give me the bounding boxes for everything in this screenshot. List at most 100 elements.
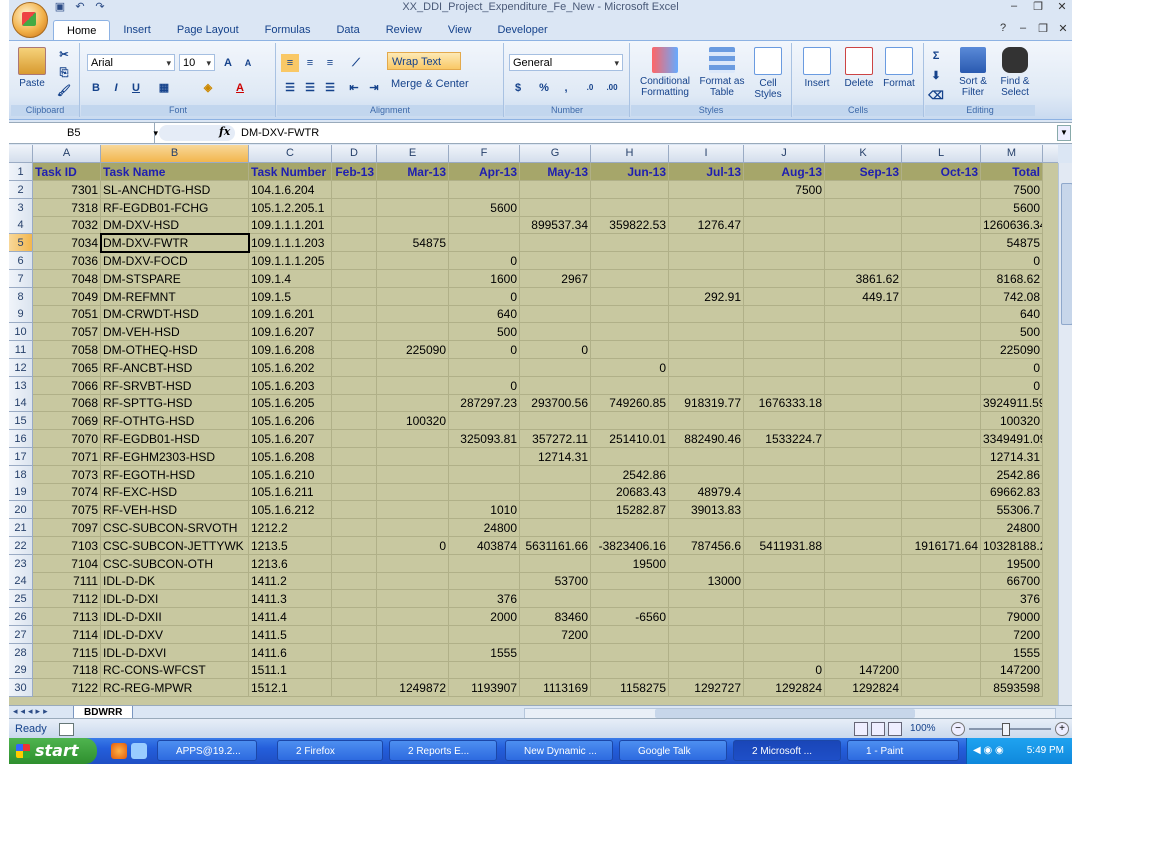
office-button[interactable] — [12, 2, 48, 38]
tab-formulas[interactable]: Formulas — [252, 20, 324, 40]
save-icon[interactable]: ▣ — [53, 1, 67, 14]
table-cell[interactable]: DM-CRWDT-HSD — [101, 305, 249, 324]
table-cell[interactable] — [591, 447, 669, 466]
table-cell[interactable]: 1213.5 — [249, 536, 332, 555]
table-cell[interactable]: 500 — [981, 323, 1043, 342]
table-cell[interactable]: 225090 — [377, 341, 449, 359]
insert-function-icon[interactable]: fx — [219, 125, 230, 138]
zoom-slider[interactable] — [969, 728, 1051, 730]
row-header-29[interactable]: 29 — [9, 661, 33, 680]
row-header-12[interactable]: 12 — [9, 358, 33, 377]
table-cell[interactable] — [332, 608, 377, 626]
table-cell[interactable]: 7058 — [33, 341, 101, 359]
table-cell[interactable] — [591, 376, 669, 395]
table-cell[interactable] — [332, 679, 377, 698]
table-cell[interactable]: 7114 — [33, 625, 101, 644]
table-cell[interactable] — [520, 234, 591, 253]
column-header-c[interactable]: C — [249, 145, 332, 162]
table-cell[interactable] — [449, 625, 520, 644]
table-cell[interactable] — [825, 536, 902, 555]
table-cell[interactable] — [902, 358, 981, 377]
table-cell[interactable]: RF-SPTTG-HSD — [101, 394, 249, 413]
table-cell[interactable] — [669, 465, 744, 484]
macro-record-icon[interactable] — [59, 723, 74, 736]
table-cell[interactable] — [744, 341, 825, 359]
table-cell[interactable]: 7048 — [33, 269, 101, 288]
table-cell[interactable] — [520, 412, 591, 431]
table-cell[interactable] — [825, 252, 902, 270]
table-cell[interactable] — [591, 252, 669, 270]
row-header-27[interactable]: 27 — [9, 625, 33, 644]
font-name-select[interactable]: Arial — [87, 54, 175, 72]
table-cell[interactable] — [520, 180, 591, 199]
align-top-icon[interactable]: ≡ — [281, 54, 299, 72]
table-cell[interactable]: 105.1.6.203 — [249, 376, 332, 395]
table-cell[interactable]: 104.1.6.204 — [249, 180, 332, 199]
table-cell[interactable]: 1193907 — [449, 679, 520, 698]
table-cell[interactable] — [744, 572, 825, 591]
row-header-10[interactable]: 10 — [9, 323, 33, 342]
table-cell[interactable] — [825, 501, 902, 520]
row-header-4[interactable]: 4 — [9, 216, 33, 235]
table-cell[interactable]: 2967 — [520, 269, 591, 288]
table-cell[interactable] — [591, 269, 669, 288]
table-cell[interactable] — [520, 661, 591, 680]
column-title-cell[interactable]: Task Number — [249, 163, 332, 181]
comma-icon[interactable]: , — [557, 79, 575, 97]
table-cell[interactable] — [744, 447, 825, 466]
table-cell[interactable]: DM-DXV-HSD — [101, 216, 249, 235]
wb-close-icon[interactable]: ✕ — [1056, 22, 1070, 36]
table-cell[interactable] — [669, 358, 744, 377]
table-cell[interactable] — [669, 412, 744, 431]
table-cell[interactable]: 105.1.6.205 — [249, 394, 332, 413]
table-cell[interactable] — [669, 305, 744, 324]
table-cell[interactable]: 19500 — [591, 554, 669, 573]
paste-button[interactable]: Paste — [15, 47, 49, 89]
table-cell[interactable] — [520, 358, 591, 377]
table-cell[interactable] — [902, 394, 981, 413]
table-cell[interactable] — [520, 305, 591, 324]
row-header-17[interactable]: 17 — [9, 447, 33, 466]
cell-styles-button[interactable]: Cell Styles — [749, 47, 787, 100]
table-cell[interactable]: RF-EGOTH-HSD — [101, 465, 249, 484]
table-cell[interactable]: 12714.31 — [520, 447, 591, 466]
table-cell[interactable]: 7049 — [33, 287, 101, 306]
table-cell[interactable]: 3349491.09 — [981, 430, 1043, 448]
table-cell[interactable]: DM-REFMNT — [101, 287, 249, 306]
table-cell[interactable] — [744, 501, 825, 520]
worksheet-grid[interactable]: ABCDEFGHIJKLM 1 Task ID Task Name Task Numb… — [9, 145, 1058, 705]
row-header-8[interactable]: 8 — [9, 287, 33, 306]
table-cell[interactable]: 251410.01 — [591, 430, 669, 448]
table-cell[interactable]: 7301 — [33, 180, 101, 199]
table-cell[interactable]: RF-EGDB01-FCHG — [101, 198, 249, 217]
italic-icon[interactable]: I — [107, 79, 125, 97]
table-cell[interactable]: 20683.43 — [591, 483, 669, 502]
table-cell[interactable] — [449, 216, 520, 235]
row-header-16[interactable]: 16 — [9, 430, 33, 448]
table-cell[interactable] — [520, 483, 591, 502]
table-cell[interactable]: 5411931.88 — [744, 536, 825, 555]
table-cell[interactable]: 749260.85 — [591, 394, 669, 413]
table-cell[interactable] — [377, 323, 449, 342]
table-cell[interactable]: 1555 — [981, 643, 1043, 662]
table-cell[interactable] — [902, 465, 981, 484]
table-cell[interactable] — [520, 590, 591, 609]
sheet-nav-icons[interactable]: ◂◂◂▸▸ — [13, 706, 51, 717]
table-cell[interactable] — [902, 679, 981, 698]
table-cell[interactable]: 66700 — [981, 572, 1043, 591]
table-cell[interactable]: 7073 — [33, 465, 101, 484]
table-cell[interactable] — [825, 519, 902, 537]
table-cell[interactable]: RF-ANCBT-HSD — [101, 358, 249, 377]
table-cell[interactable] — [825, 554, 902, 573]
row-header-5[interactable]: 5 — [9, 234, 33, 253]
table-cell[interactable]: 1113169 — [520, 679, 591, 698]
table-cell[interactable]: 8168.62 — [981, 269, 1043, 288]
table-cell[interactable] — [902, 412, 981, 431]
table-cell[interactable] — [591, 643, 669, 662]
table-cell[interactable]: 5600 — [449, 198, 520, 217]
table-cell[interactable]: 48979.4 — [669, 483, 744, 502]
table-cell[interactable] — [332, 447, 377, 466]
table-cell[interactable] — [332, 501, 377, 520]
table-cell[interactable] — [332, 269, 377, 288]
table-cell[interactable] — [902, 341, 981, 359]
